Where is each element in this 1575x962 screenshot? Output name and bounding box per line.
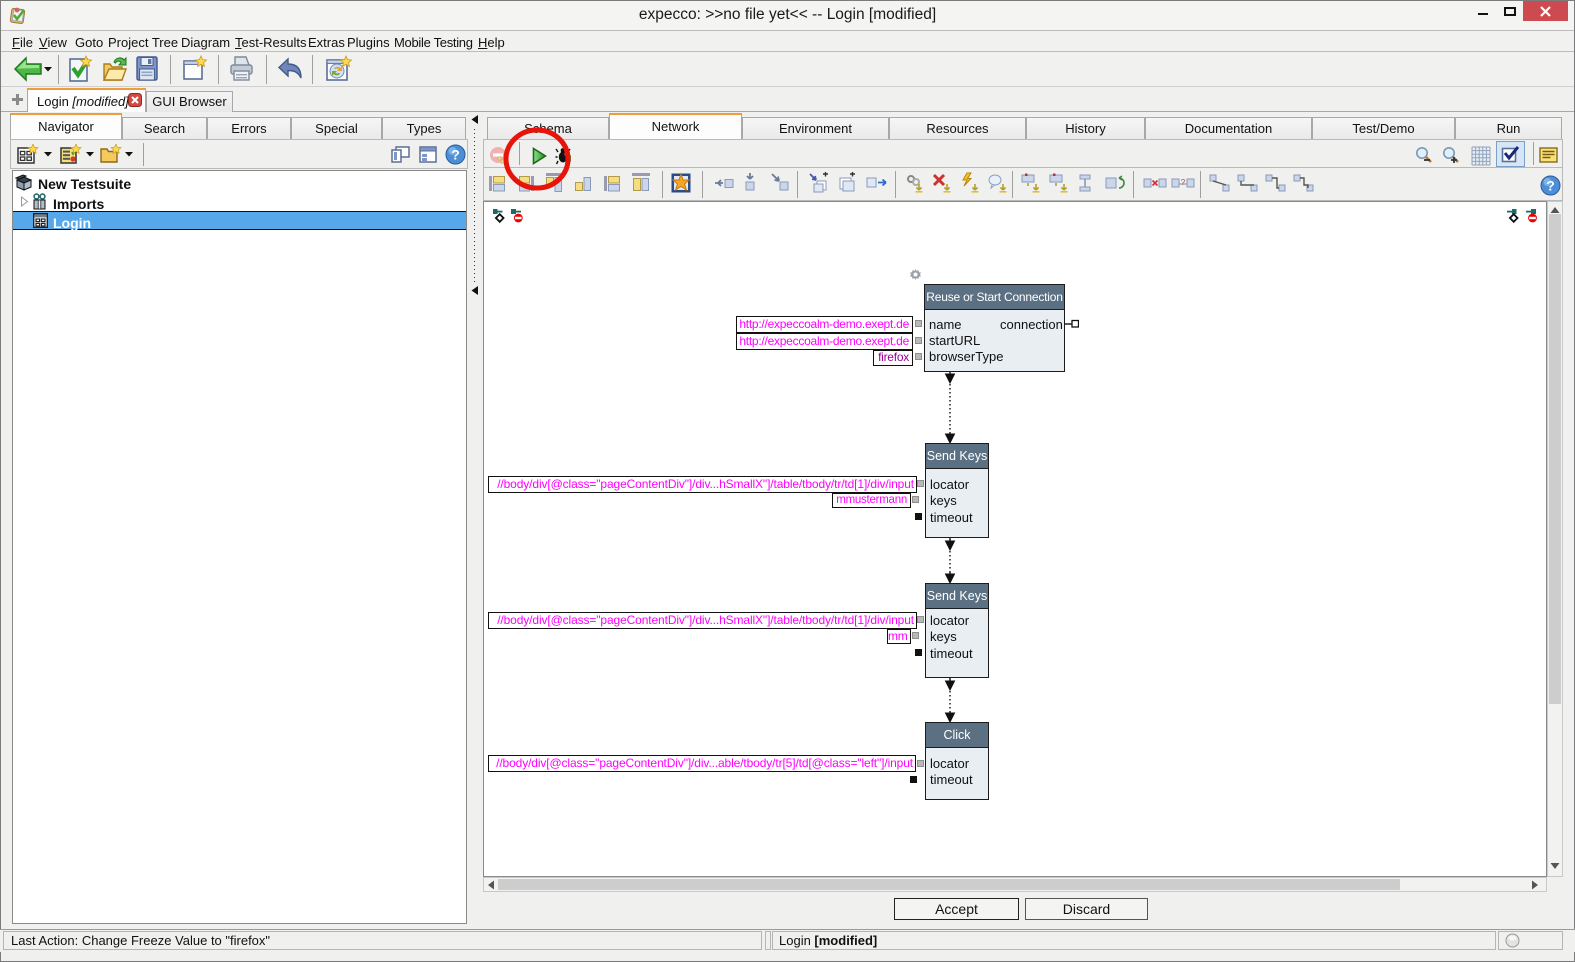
svg-text:?: ? bbox=[1546, 178, 1555, 194]
svg-text:?: ? bbox=[1181, 178, 1186, 187]
svg-text:?: ? bbox=[451, 147, 460, 163]
